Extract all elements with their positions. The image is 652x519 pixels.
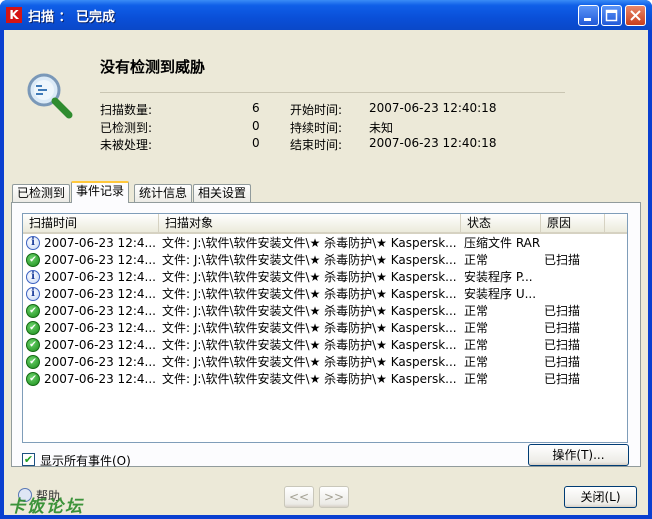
close-window-button[interactable]	[625, 5, 646, 26]
ok-icon: ✔	[26, 253, 40, 267]
close-icon	[630, 10, 641, 21]
start-time-label: 开始时间:	[290, 103, 343, 117]
cell-status: 安装程序 P...	[464, 270, 533, 284]
cell-reason: 已扫描	[544, 355, 581, 369]
cell-scan-time: 2007-06-23 12:4...	[44, 236, 156, 250]
detected-count-label: 已检测到:	[100, 121, 153, 135]
cell-status: 正常	[464, 304, 489, 318]
column-scan-object[interactable]: 扫描对象	[159, 214, 461, 232]
end-time-label: 结束时间:	[290, 138, 343, 152]
table-row[interactable]: ✔ 2007-06-23 12:4... 文件: J:\软件\软件安装文件\★ 杀毒…	[23, 303, 627, 320]
scan-result-headline: 没有检测到威胁	[100, 58, 206, 76]
dialog-client-area: 没有检测到威胁 扫描数量: 6 已检测到: 0 未被处理: 0 开始时间: 20…	[4, 30, 648, 517]
title-bar[interactable]: K 扫描 ： 已完成	[0, 0, 652, 30]
unprocessed-count-label: 未被处理:	[100, 138, 153, 152]
cell-reason: 已扫描	[544, 304, 581, 318]
cell-scan-time: 2007-06-23 12:4...	[44, 338, 156, 352]
cell-scan-time: 2007-06-23 12:4...	[44, 304, 156, 318]
show-all-events-checkbox[interactable]: ✔	[22, 453, 35, 466]
tab-detected[interactable]: 已检测到	[12, 184, 71, 202]
event-log-panel: 扫描时间 扫描对象 状态 原因 i 2007-06-23 12:4... 文件: J…	[11, 202, 641, 467]
ok-icon: ✔	[26, 321, 40, 335]
cell-status: 正常	[464, 372, 489, 386]
scanned-count-value: 6	[252, 101, 260, 115]
cell-scan-object: 文件: J:\软件\软件安装文件\★ 杀毒防护\★ Kaspersk...	[162, 372, 457, 386]
column-status[interactable]: 状态	[461, 214, 541, 232]
table-row[interactable]: ✔ 2007-06-23 12:4... 文件: J:\软件\软件安装文件\★ 杀毒…	[23, 320, 627, 337]
tab-statistics[interactable]: 统计信息	[134, 184, 193, 202]
next-button[interactable]: >>	[319, 486, 349, 508]
cell-reason: 已扫描	[544, 321, 581, 335]
show-all-events-label[interactable]: 显示所有事件(O)	[40, 452, 131, 469]
scanned-count-label: 扫描数量:	[100, 103, 153, 117]
tab-settings[interactable]: 相关设置	[193, 184, 252, 202]
action-button[interactable]: 操作(T)...	[528, 444, 629, 466]
cell-scan-time: 2007-06-23 12:4...	[44, 270, 156, 284]
cell-status: 正常	[464, 253, 489, 267]
ok-icon: ✔	[26, 372, 40, 386]
info-icon: i	[26, 236, 40, 250]
close-button[interactable]: 关闭(L)	[564, 486, 637, 508]
cell-scan-time: 2007-06-23 12:4...	[44, 321, 156, 335]
event-list[interactable]: 扫描时间 扫描对象 状态 原因 i 2007-06-23 12:4... 文件: J…	[22, 213, 628, 443]
duration-label: 持续时间:	[290, 121, 343, 135]
cell-reason: 已扫描	[544, 372, 581, 386]
end-time-value: 2007-06-23 12:40:18	[369, 136, 497, 150]
ok-icon: ✔	[26, 338, 40, 352]
cell-scan-object: 文件: J:\软件\软件安装文件\★ 杀毒防护\★ Kaspersk...	[162, 270, 457, 284]
cell-status: 正常	[464, 338, 489, 352]
minimize-button[interactable]	[578, 5, 599, 26]
kaspersky-app-icon: K	[6, 7, 22, 23]
cell-status: 压缩文件 RAR	[464, 236, 541, 250]
cell-reason	[544, 269, 608, 286]
scan-window: K 扫描 ： 已完成 没有检测到威胁 扫描数量: 6 已检测到: 0 未被处理:…	[0, 0, 652, 519]
cell-scan-object: 文件: J:\软件\软件安装文件\★ 杀毒防护\★ Kaspersk...	[162, 287, 457, 301]
minimize-icon	[584, 18, 591, 21]
cell-reason	[544, 235, 608, 252]
header-divider	[100, 92, 565, 93]
cell-scan-object: 文件: J:\软件\软件安装文件\★ 杀毒防护\★ Kaspersk...	[162, 236, 457, 250]
ok-icon: ✔	[26, 355, 40, 369]
table-row[interactable]: ✔ 2007-06-23 12:4... 文件: J:\软件\软件安装文件\★ 杀毒…	[23, 371, 627, 388]
window-title: 扫描 ： 已完成	[28, 10, 116, 25]
table-row[interactable]: i 2007-06-23 12:4... 文件: J:\软件\软件安装文件\★ 杀毒…	[23, 235, 627, 252]
column-reason[interactable]: 原因	[541, 214, 605, 232]
cell-scan-object: 文件: J:\软件\软件安装文件\★ 杀毒防护\★ Kaspersk...	[162, 338, 457, 352]
info-icon: i	[26, 287, 40, 301]
unprocessed-count-value: 0	[252, 136, 260, 150]
cell-scan-object: 文件: J:\软件\软件安装文件\★ 杀毒防护\★ Kaspersk...	[162, 321, 457, 335]
magnifier-scan-icon	[27, 73, 73, 119]
cell-status: 正常	[464, 321, 489, 335]
table-row[interactable]: i 2007-06-23 12:4... 文件: J:\软件\软件安装文件\★ 杀毒…	[23, 286, 627, 303]
cell-scan-object: 文件: J:\软件\软件安装文件\★ 杀毒防护\★ Kaspersk...	[162, 355, 457, 369]
maximize-icon	[605, 9, 618, 22]
cell-scan-object: 文件: J:\软件\软件安装文件\★ 杀毒防护\★ Kaspersk...	[162, 304, 457, 318]
start-time-value: 2007-06-23 12:40:18	[369, 101, 497, 115]
duration-value: 未知	[369, 121, 394, 135]
cell-status: 安装程序 U...	[464, 287, 537, 301]
previous-button[interactable]: <<	[284, 486, 314, 508]
detected-count-value: 0	[252, 119, 260, 133]
cell-scan-time: 2007-06-23 12:4...	[44, 287, 156, 301]
table-row[interactable]: ✔ 2007-06-23 12:4... 文件: J:\软件\软件安装文件\★ 杀毒…	[23, 354, 627, 371]
event-list-header: 扫描时间 扫描对象 状态 原因	[23, 214, 627, 234]
cell-scan-object: 文件: J:\软件\软件安装文件\★ 杀毒防护\★ Kaspersk...	[162, 253, 457, 267]
cell-scan-time: 2007-06-23 12:4...	[44, 253, 156, 267]
cell-reason: 已扫描	[544, 338, 581, 352]
ok-icon: ✔	[26, 304, 40, 318]
maximize-button[interactable]	[601, 5, 622, 26]
cell-scan-time: 2007-06-23 12:4...	[44, 355, 156, 369]
cell-reason	[544, 286, 608, 303]
cell-status: 正常	[464, 355, 489, 369]
cell-scan-time: 2007-06-23 12:4...	[44, 372, 156, 386]
info-icon: i	[26, 270, 40, 284]
column-scan-time[interactable]: 扫描时间	[23, 214, 159, 232]
table-row[interactable]: ✔ 2007-06-23 12:4... 文件: J:\软件\软件安装文件\★ 杀毒…	[23, 337, 627, 354]
table-row[interactable]: i 2007-06-23 12:4... 文件: J:\软件\软件安装文件\★ 杀毒…	[23, 269, 627, 286]
tab-event-log[interactable]: 事件记录	[71, 181, 130, 203]
forum-watermark: 卡饭论坛	[8, 497, 84, 517]
cell-reason: 已扫描	[544, 253, 581, 267]
table-row[interactable]: ✔ 2007-06-23 12:4... 文件: J:\软件\软件安装文件\★ 杀毒…	[23, 252, 627, 269]
